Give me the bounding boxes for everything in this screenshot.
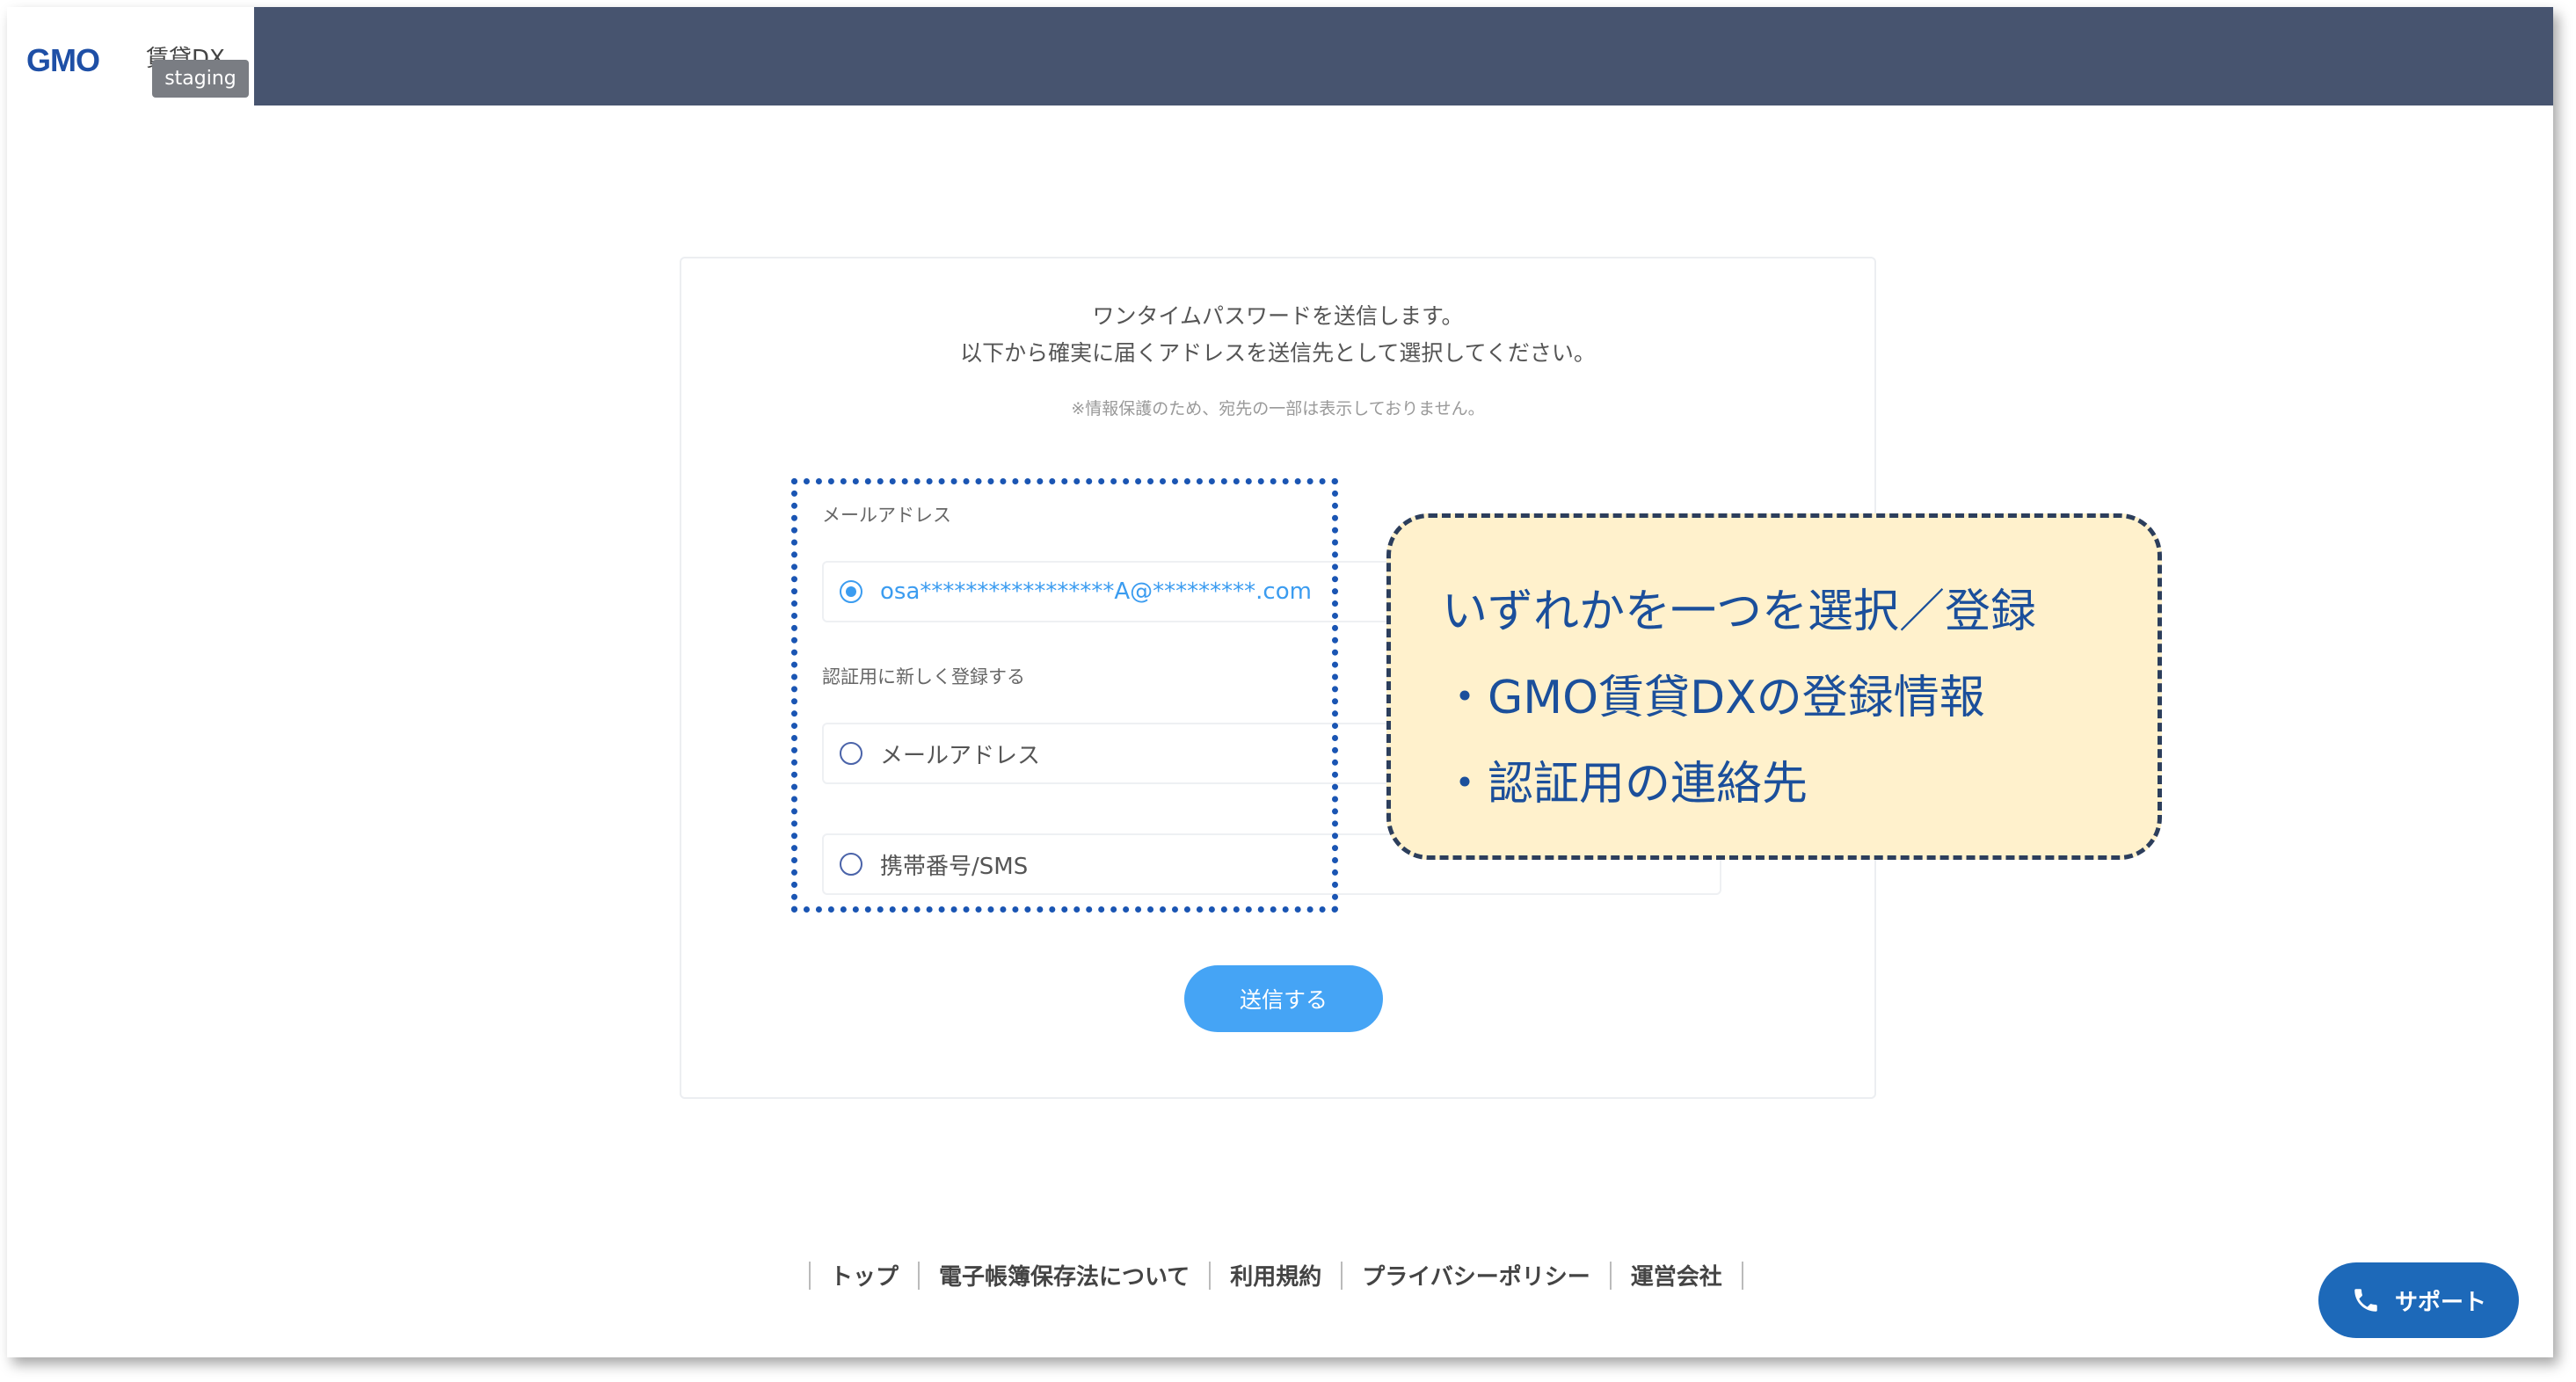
footer-link-terms[interactable]: 利用規約 bbox=[1211, 1259, 1341, 1291]
logo[interactable]: GMO 賃貸DX staging bbox=[7, 7, 254, 105]
instruction-callout: いずれかを一つを選択／登録 ・GMO賃貸DXの登録情報 ・認証用の連絡先 bbox=[1386, 513, 2162, 860]
callout-line1: いずれかを一つを選択／登録 bbox=[1442, 586, 2037, 638]
environment-badge: staging bbox=[152, 60, 249, 98]
selection-highlight-box bbox=[791, 478, 1338, 913]
callout-line2: ・GMO賃貸DXの登録情報 bbox=[1442, 672, 1985, 724]
logo-gmo-text: GMO bbox=[26, 42, 100, 78]
card-title-line2: 以下から確実に届くアドレスを送信先として選択してください。 bbox=[960, 340, 1596, 366]
privacy-note: ※情報保護のため、宛先の一部は表示しておりません。 bbox=[1071, 399, 1485, 418]
footer-links: トップ 電子帳簿保存法について 利用規約 プライバシーポリシー 運営会社 bbox=[809, 1259, 1743, 1291]
app-frame: GMO 賃貸DX staging ワンタイムパスワードを送信します。 以下から確… bbox=[7, 7, 2553, 1357]
support-button[interactable]: サポート bbox=[2318, 1262, 2519, 1338]
footer-link-company[interactable]: 運営会社 bbox=[1612, 1259, 1742, 1291]
top-navigation-bar bbox=[254, 7, 2553, 105]
footer-link-top[interactable]: トップ bbox=[811, 1259, 918, 1291]
support-label: サポート bbox=[2394, 1289, 2486, 1316]
send-button[interactable]: 送信する bbox=[1184, 965, 1383, 1032]
footer-link-e-book-law[interactable]: 電子帳簿保存法について bbox=[920, 1259, 1209, 1291]
footer-separator bbox=[1741, 1261, 1743, 1290]
callout-line3: ・認証用の連絡先 bbox=[1442, 758, 1808, 811]
card-title-line1: ワンタイムパスワードを送信します。 bbox=[1092, 303, 1464, 329]
footer-link-privacy[interactable]: プライバシーポリシー bbox=[1343, 1259, 1609, 1291]
phone-icon bbox=[2351, 1285, 2381, 1315]
